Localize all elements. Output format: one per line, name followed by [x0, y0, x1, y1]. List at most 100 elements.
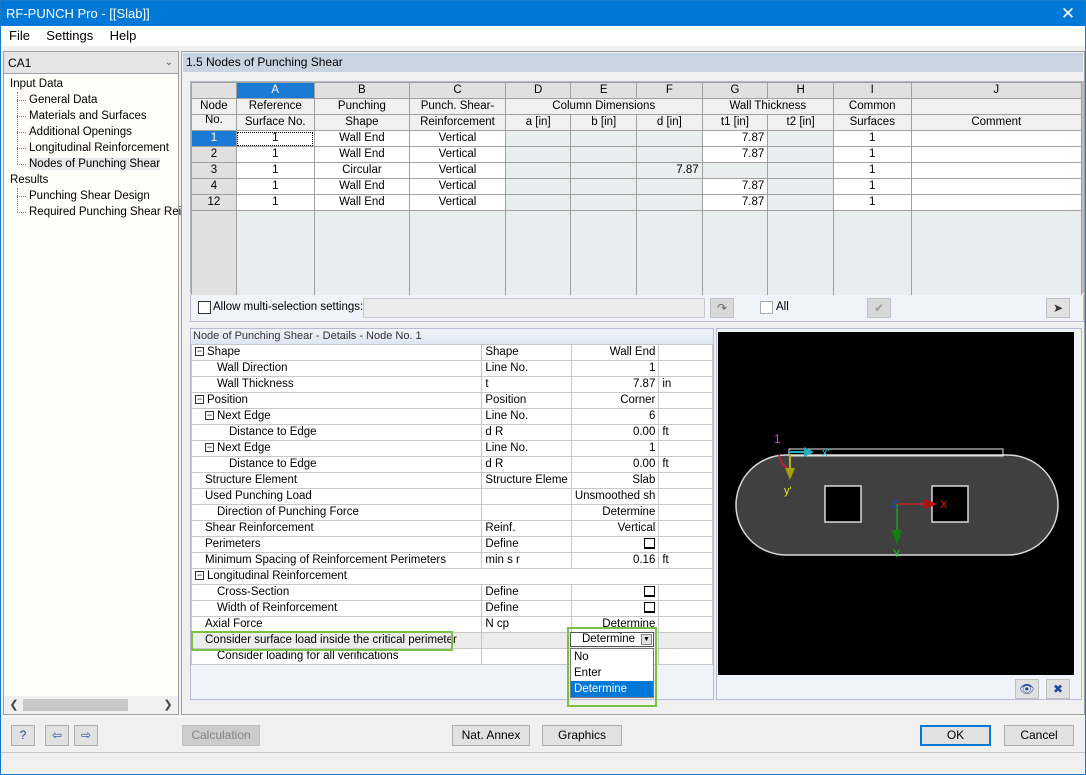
- cell-d[interactable]: [504, 146, 572, 163]
- nat-annex-button[interactable]: Nat. Annex: [452, 725, 530, 746]
- cell-j[interactable]: [910, 162, 1083, 179]
- ok-button[interactable]: OK: [920, 725, 991, 746]
- detail-row[interactable]: Width of Reinforcement Define: [190, 600, 713, 617]
- table-row[interactable]: 12 1 Wall End Vertical 7.87 1: [191, 194, 1083, 211]
- detail-row[interactable]: Minimum Spacing of Reinforcement Perimet…: [190, 552, 713, 569]
- tree-item-materials-surfaces[interactable]: Materials and Surfaces: [4, 108, 178, 124]
- detail-value[interactable]: Wall End: [570, 344, 660, 361]
- cell-e[interactable]: [570, 162, 638, 179]
- row-header[interactable]: 1: [191, 130, 237, 147]
- collapse-icon[interactable]: −: [195, 395, 204, 405]
- cell-h[interactable]: [767, 162, 834, 179]
- calculation-button[interactable]: Calculation: [182, 725, 260, 746]
- detail-row[interactable]: − Longitudinal Reinforcement: [191, 568, 713, 585]
- detail-value[interactable]: Determine: [570, 504, 660, 521]
- col-header-i[interactable]: I: [832, 82, 912, 99]
- dropdown-option-determine[interactable]: Determine: [571, 681, 653, 697]
- detail-row[interactable]: Shear Reinforcement Reinf. Vertical: [190, 520, 713, 537]
- cell-c[interactable]: Vertical: [409, 194, 506, 211]
- dropdown-arrow-icon[interactable]: ▼: [641, 634, 652, 645]
- col-header-e[interactable]: E: [570, 82, 638, 99]
- dropdown-option-no[interactable]: No: [571, 649, 653, 665]
- menu-help[interactable]: Help: [105, 26, 142, 46]
- col-header-j[interactable]: J: [910, 82, 1083, 99]
- cell-h[interactable]: [767, 130, 834, 147]
- cell-i[interactable]: 1: [832, 146, 912, 163]
- col-header-d[interactable]: D: [504, 82, 572, 99]
- detail-row[interactable]: Wall Direction Line No. 1: [190, 360, 713, 377]
- tree-item-punching-shear-design[interactable]: Punching Shear Design: [4, 188, 178, 204]
- collapse-icon[interactable]: −: [195, 347, 204, 357]
- help-icon[interactable]: ?: [11, 725, 35, 746]
- multiselect-input[interactable]: [363, 298, 705, 318]
- select-pointer-icon[interactable]: ➤: [1046, 298, 1070, 318]
- dropdown-option-enter[interactable]: Enter: [571, 665, 653, 681]
- cell-j[interactable]: [910, 130, 1083, 147]
- cell-i[interactable]: 1: [832, 162, 912, 179]
- tree-item-longitudinal-reinforcement[interactable]: Longitudinal Reinforcement: [4, 140, 178, 156]
- detail-checkbox[interactable]: [644, 586, 656, 598]
- tree-group-results[interactable]: Results: [4, 172, 178, 188]
- close-icon[interactable]: ✕: [1051, 1, 1085, 26]
- cell-h[interactable]: [767, 194, 834, 211]
- cell-f[interactable]: [636, 146, 703, 163]
- menu-settings[interactable]: Settings: [41, 26, 98, 46]
- cell-i[interactable]: 1: [832, 194, 912, 211]
- cell-b[interactable]: Wall End: [313, 194, 411, 211]
- cell-f[interactable]: [636, 178, 703, 195]
- row-header[interactable]: 2: [191, 146, 237, 163]
- cell-a[interactable]: 1: [235, 130, 315, 147]
- col-header-g[interactable]: G: [701, 82, 769, 99]
- cell-c[interactable]: Vertical: [409, 162, 506, 179]
- cell-g[interactable]: [701, 162, 769, 179]
- collapse-icon[interactable]: −: [195, 571, 204, 581]
- detail-row[interactable]: Direction of Punching Force Determine: [190, 504, 713, 521]
- multiselect-checkbox[interactable]: [198, 301, 211, 314]
- all-checkbox[interactable]: [760, 301, 773, 314]
- cell-e[interactable]: [570, 194, 638, 211]
- col-header-f[interactable]: F: [636, 82, 703, 99]
- previous-window-icon[interactable]: ⇦: [45, 725, 69, 746]
- cell-d[interactable]: [504, 162, 572, 179]
- table-row[interactable]: 4 1 Wall End Vertical 7.87 1: [191, 178, 1083, 195]
- cell-e[interactable]: [570, 130, 638, 147]
- detail-row[interactable]: Structure Element Structure Eleme Slab: [190, 472, 713, 489]
- view-eye-icon[interactable]: 👁: [1015, 679, 1039, 699]
- cell-a[interactable]: 1: [235, 178, 315, 195]
- detail-row[interactable]: − Shape Shape Wall End: [190, 344, 713, 361]
- tree-item-nodes-punching-shear[interactable]: Nodes of Punching Shear: [4, 156, 178, 172]
- cell-d[interactable]: [504, 194, 572, 211]
- cell-f[interactable]: [636, 130, 703, 147]
- detail-value[interactable]: Vertical: [570, 520, 660, 537]
- tree-item-general-data[interactable]: General Data: [4, 92, 178, 108]
- cell-j[interactable]: [910, 178, 1083, 195]
- cell-f[interactable]: 7.87: [636, 162, 703, 179]
- cell-h[interactable]: [767, 178, 834, 195]
- cell-a[interactable]: 1: [235, 194, 315, 211]
- detail-value[interactable]: [570, 584, 660, 601]
- detail-value[interactable]: 0.00: [570, 456, 660, 473]
- scroll-left-icon[interactable]: ❮: [6, 696, 22, 714]
- detail-row[interactable]: − Position Position Corner: [190, 392, 713, 409]
- col-header-h[interactable]: H: [767, 82, 834, 99]
- detail-value[interactable]: 0.00: [570, 424, 660, 441]
- cell-g[interactable]: 7.87: [701, 146, 769, 163]
- col-header-c[interactable]: C: [409, 82, 506, 99]
- detail-value[interactable]: 1: [570, 360, 660, 377]
- cell-b[interactable]: Wall End: [313, 130, 411, 147]
- cell-h[interactable]: [767, 146, 834, 163]
- cell-g[interactable]: 7.87: [701, 194, 769, 211]
- case-selector[interactable]: CA1 ⌄: [4, 52, 178, 74]
- collapse-icon[interactable]: −: [205, 411, 214, 421]
- detail-row[interactable]: Perimeters Define: [190, 536, 713, 553]
- detail-value[interactable]: Unsmoothed sh: [570, 488, 660, 505]
- graphics-canvas[interactable]: 1 x' y' X Y Z: [718, 332, 1074, 675]
- table-row[interactable]: 3 1 Circular Vertical 7.87 1: [191, 162, 1083, 179]
- cell-g[interactable]: 7.87: [701, 178, 769, 195]
- apply-check-icon[interactable]: ✔: [867, 298, 891, 318]
- detail-value[interactable]: 7.87: [570, 376, 660, 393]
- cell-a[interactable]: 1: [235, 146, 315, 163]
- detail-row[interactable]: Cross-Section Define: [190, 584, 713, 601]
- reset-view-icon[interactable]: ✖: [1046, 679, 1070, 699]
- next-window-icon[interactable]: ⇨: [74, 725, 98, 746]
